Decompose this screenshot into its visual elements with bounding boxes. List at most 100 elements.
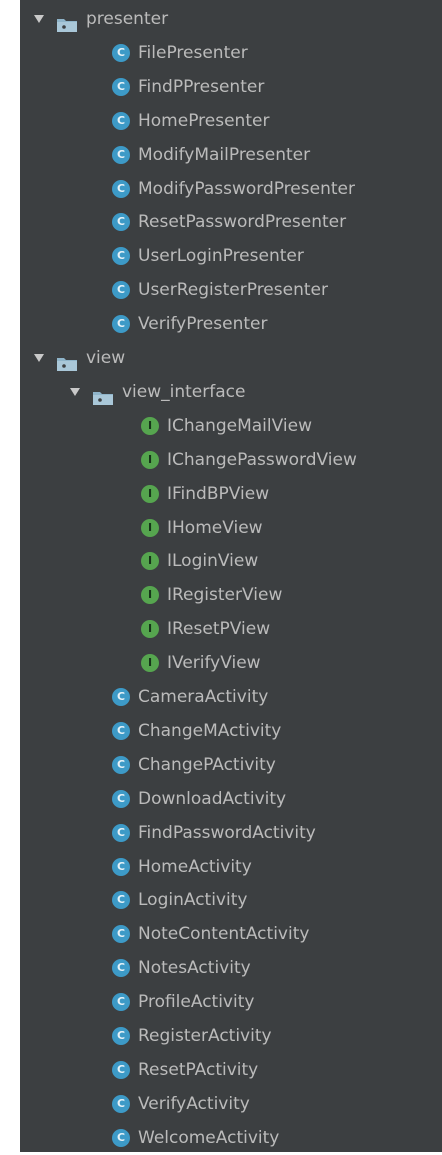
package-folder-icon	[56, 350, 78, 371]
class-icon: C	[112, 891, 130, 910]
tree-class-notecontentactivity[interactable]: C NoteContentActivity	[20, 917, 442, 951]
class-icon: C	[112, 721, 130, 740]
interface-icon: I	[141, 416, 159, 435]
project-tree-panel: presenter C FilePresenter C FindPPresenter C H…	[20, 0, 442, 1152]
tree-item-label: VerifyActivity	[138, 1093, 250, 1114]
interface-icon: I	[141, 552, 159, 571]
expand-arrow-icon[interactable]	[32, 351, 46, 365]
class-icon: C	[112, 247, 130, 266]
tree-class-notesactivity[interactable]: C NotesActivity	[20, 951, 442, 985]
interface-icon: I	[141, 654, 159, 673]
tree-class-modifymailpresenter[interactable]: C ModifyMailPresenter	[20, 138, 442, 172]
tree-class-findppresenter[interactable]: C FindPPresenter	[20, 70, 442, 104]
tree-class-downloadactivity[interactable]: C DownloadActivity	[20, 782, 442, 816]
tree-item-label: UserLoginPresenter	[138, 246, 304, 267]
class-icon: C	[112, 281, 130, 300]
tree-class-modifypasswordpresenter[interactable]: C ModifyPasswordPresenter	[20, 172, 442, 206]
class-icon: C	[112, 111, 130, 130]
class-icon: C	[112, 755, 130, 774]
class-icon: C	[112, 145, 130, 164]
tree-class-changepactivity[interactable]: C ChangePActivity	[20, 748, 442, 782]
class-icon: C	[112, 823, 130, 842]
class-icon: C	[112, 1027, 130, 1045]
class-icon: C	[112, 1094, 130, 1113]
tree-class-resetpactivity[interactable]: C ResetPActivity	[20, 1053, 442, 1087]
class-icon: C	[112, 925, 130, 944]
tree-item-label: UserRegisterPresenter	[138, 280, 328, 301]
tree-item-label: CameraActivity	[138, 687, 269, 707]
class-icon: C	[112, 315, 130, 334]
tree-interface-iverifyview[interactable]: I IVerifyView	[20, 646, 442, 680]
tree-item-label: ProfileActivity	[138, 992, 255, 1013]
interface-icon: I	[141, 518, 159, 537]
tree-item-label: IVerifyView	[167, 653, 261, 674]
tree-interface-iloginview[interactable]: I ILoginView	[20, 544, 442, 578]
class-icon: C	[112, 213, 130, 232]
tree-item-label: IHomeView	[167, 517, 263, 538]
expand-arrow-icon[interactable]	[68, 385, 82, 399]
class-icon: C	[112, 857, 130, 876]
tree-class-homeactivity[interactable]: C HomeActivity	[20, 850, 442, 884]
tree-interface-ihomeview[interactable]: I IHomeView	[20, 511, 442, 545]
package-folder-icon	[56, 11, 78, 32]
tree-item-label: IRegisterView	[167, 585, 283, 606]
tree-item-label: NotesActivity	[138, 958, 251, 979]
tree-class-verifyactivity[interactable]: C VerifyActivity	[20, 1087, 442, 1121]
tree-interface-ichangepasswordview[interactable]: I IChangePasswordView	[20, 443, 442, 477]
tree-item-label: ResetPasswordPresenter	[138, 212, 347, 233]
tree-item-label: ChangeMActivity	[138, 720, 282, 741]
class-icon: C	[112, 789, 130, 808]
interface-icon: I	[141, 586, 159, 605]
tree-class-findpasswordactivity[interactable]: C FindPasswordActivity	[20, 816, 442, 850]
tree-item-label: LoginActivity	[138, 890, 248, 911]
tree-item-label: ILoginView	[167, 551, 259, 572]
class-icon: C	[112, 179, 130, 198]
interface-icon: I	[141, 620, 159, 639]
tree-folder-presenter[interactable]: presenter	[20, 2, 442, 36]
tree-interface-ifindbpview[interactable]: I IFindBPView	[20, 477, 442, 511]
class-icon: C	[112, 1128, 130, 1147]
tree-item-label: ResetPActivity	[138, 1059, 259, 1080]
tree-item-label: IChangeMailView	[167, 415, 312, 436]
tree-class-cameraactivity[interactable]: C CameraActivity	[20, 680, 442, 714]
tree-item-label: FindPasswordActivity	[138, 822, 316, 843]
tree-item-label: FindPPresenter	[138, 76, 265, 97]
interface-icon: I	[141, 484, 159, 503]
tree-class-registeractivity[interactable]: C RegisterActivity	[20, 1019, 442, 1053]
interface-icon: I	[141, 450, 159, 469]
tree-interface-iresetpview[interactable]: I IResetPView	[20, 612, 442, 646]
tree-interface-iregisterview[interactable]: I IRegisterView	[20, 578, 442, 612]
tree-item-label: presenter	[86, 9, 169, 29]
class-icon: C	[112, 77, 130, 96]
tree-item-label: view_interface	[122, 381, 246, 402]
tree-class-filepresenter[interactable]: C FilePresenter	[20, 36, 442, 70]
tree-item-label: HomeActivity	[138, 856, 252, 877]
tree-item-label: HomePresenter	[138, 110, 270, 131]
tree-class-userloginpresenter[interactable]: C UserLoginPresenter	[20, 239, 442, 273]
tree-class-loginactivity[interactable]: C LoginActivity	[20, 883, 442, 917]
tree-item-label: IChangePasswordView	[167, 449, 357, 470]
tree-folder-view[interactable]: view	[20, 341, 442, 375]
tree-class-verifypresenter[interactable]: C VerifyPresenter	[20, 307, 442, 341]
tree-folder-view-interface[interactable]: view_interface	[20, 375, 442, 409]
expand-arrow-icon[interactable]	[32, 12, 46, 26]
class-icon: C	[112, 43, 130, 62]
tree-class-resetpasswordpresenter[interactable]: C ResetPasswordPresenter	[20, 205, 442, 239]
tree-item-label: IResetPView	[167, 619, 271, 640]
tree-item-label: ChangePActivity	[138, 754, 276, 775]
tree-item-label: view	[86, 348, 126, 368]
tree-item-label: IFindBPView	[167, 483, 270, 504]
tree-class-profileactivity[interactable]: C ProfileActivity	[20, 985, 442, 1019]
tree-item-label: DownloadActivity	[138, 788, 287, 809]
tree-item-label: VerifyPresenter	[138, 314, 268, 335]
tree-interface-ichangemailview[interactable]: I IChangeMailView	[20, 409, 442, 443]
class-icon: C	[112, 688, 130, 706]
tree-class-userregisterpresenter[interactable]: C UserRegisterPresenter	[20, 273, 442, 307]
tree-class-changemactivity[interactable]: C ChangeMActivity	[20, 714, 442, 748]
package-folder-icon	[92, 384, 114, 405]
tree-class-welcomeactivity[interactable]: C WelcomeActivity	[20, 1121, 442, 1155]
tree-class-homepresenter[interactable]: C HomePresenter	[20, 104, 442, 138]
tree-item-label: ModifyPasswordPresenter	[138, 178, 355, 199]
class-icon: C	[112, 1060, 130, 1079]
tree-item-label: RegisterActivity	[138, 1026, 272, 1046]
